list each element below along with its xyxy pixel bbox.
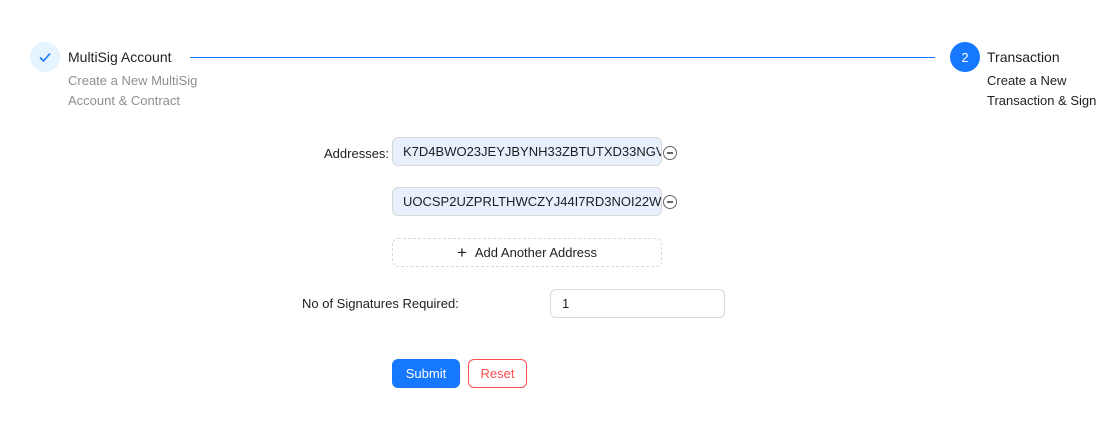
add-another-address-label: Add Another Address [474,245,598,260]
step-2-icon: 2 [950,42,980,72]
reset-button[interactable]: Reset [468,359,527,388]
address-input-2[interactable]: UOCSP2UZPRLTHWCZYJ44I7RD3NOI22WFJMOVE [392,187,662,216]
add-another-address-button[interactable]: + Add Another Address [392,238,662,267]
submit-button[interactable]: Submit [392,359,460,388]
step-2-title: Transaction [987,49,1060,65]
signatures-input[interactable]: 1 [550,289,725,318]
remove-address-1-icon[interactable] [663,146,677,160]
check-icon [39,52,51,63]
step-1-description: Create a New MultiSig Account & Contract [68,73,198,108]
remove-address-2-icon[interactable] [663,195,677,209]
step-1-icon [30,42,60,72]
address-input-1[interactable]: K7D4BWO23JEYJBYNH33ZBTUTXD33NGVCNYC7 [392,137,662,166]
step-2-description: Create a New Transaction & Sign [987,73,1097,108]
plus-icon: + [456,243,467,262]
step-1-title: MultiSig Account [68,49,172,65]
addresses-label: Addresses: [324,146,390,161]
step-2-number: 2 [961,49,969,65]
step-connector-line [190,57,935,58]
signatures-label: No of Signatures Required: [302,296,459,311]
